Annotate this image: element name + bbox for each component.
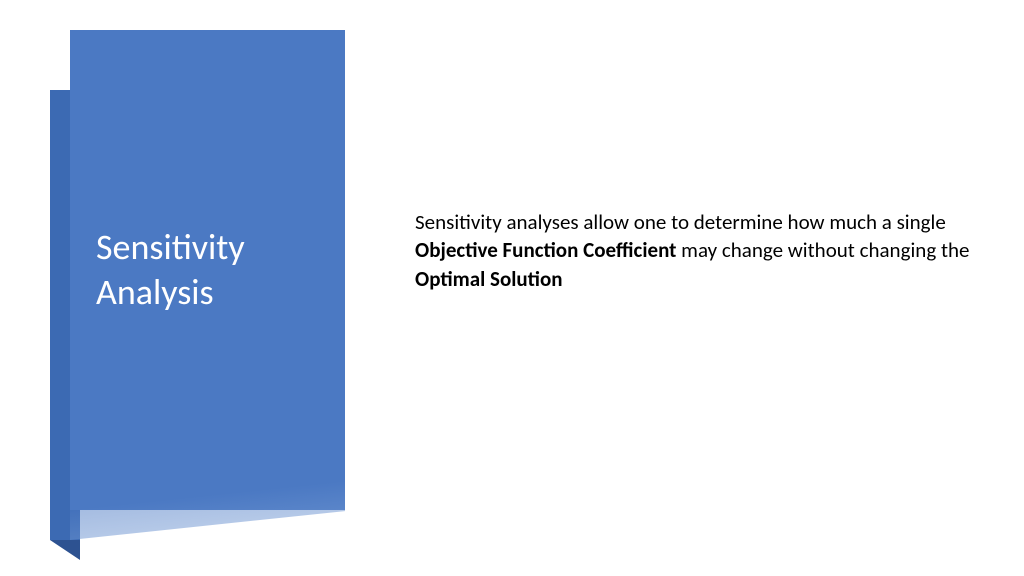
body-bold-2: Optimal Solution — [415, 266, 563, 292]
body-text-1: Sensitivity analyses allow one to determ… — [415, 209, 946, 235]
title-panel-wrapper: Sensitivity Analysis — [50, 30, 345, 540]
body-bold-1: Objective Function Coefficient — [415, 237, 676, 263]
slide-body-text: Sensitivity analyses allow one to determ… — [415, 208, 970, 293]
title-panel: Sensitivity Analysis — [70, 30, 345, 510]
slide-title: Sensitivity Analysis — [96, 225, 319, 315]
body-text-2: may change without changing the — [676, 237, 969, 263]
